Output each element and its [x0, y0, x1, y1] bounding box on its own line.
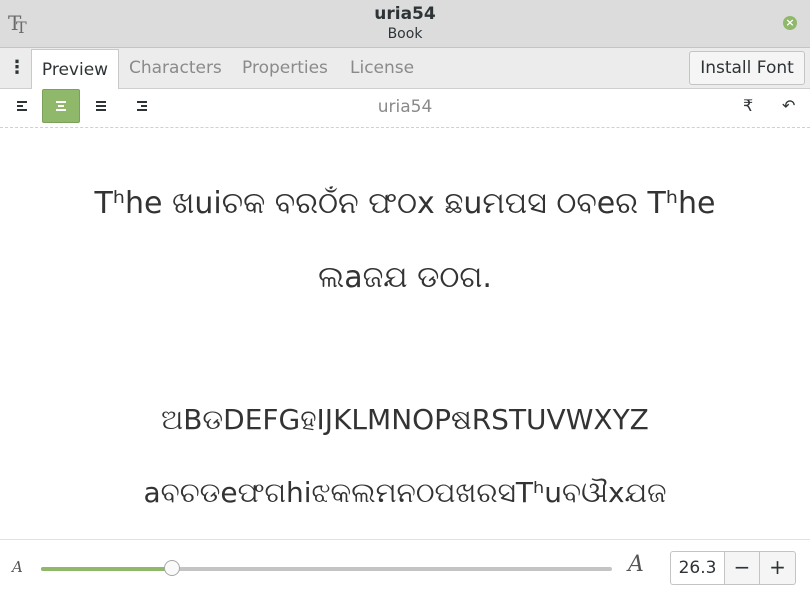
lowercase-sample: aବଚଡeଫଗhiଝକଲମନଠପଖରସTʰuବଔxଯଜ: [143, 476, 667, 509]
increase-size-button[interactable]: +: [760, 551, 796, 585]
tab-bar: ⋮ Preview Characters Properties License …: [0, 48, 810, 89]
tab-preview[interactable]: Preview: [31, 49, 119, 89]
undo-icon[interactable]: ↶: [782, 96, 795, 116]
font-size-large-icon: A: [628, 552, 644, 577]
font-size-small-icon: A: [12, 558, 23, 576]
menu-icon[interactable]: ⋮: [8, 58, 26, 78]
slider-handle[interactable]: [164, 560, 181, 576]
font-size-input[interactable]: 26.3: [670, 551, 724, 585]
tab-license[interactable]: License: [350, 48, 414, 88]
tab-characters[interactable]: Characters: [129, 48, 222, 88]
close-icon[interactable]: ×: [783, 16, 797, 30]
install-font-button[interactable]: Install Font: [689, 51, 805, 85]
sample-line-1: Tʰhe ଖuiଚକ ବରଠଁନ ଫଠx ଛuମପସ ଠବeର Tʰhe: [94, 186, 716, 221]
tab-properties[interactable]: Properties: [242, 48, 328, 88]
preview-toolbar: uria54 ₹ ↶: [0, 89, 810, 128]
font-size-slider[interactable]: [41, 560, 612, 576]
decrease-size-button[interactable]: −: [724, 551, 760, 585]
preview-font-name: uria54: [377, 97, 433, 117]
window-subtitle: Book: [387, 26, 423, 42]
sample-line-2: ଲaଜଯ ଡଠଗ.: [318, 260, 492, 295]
text-direction-icon[interactable]: ₹: [743, 96, 753, 116]
header-bar: TT uria54 Book ×: [0, 0, 810, 48]
slider-fill: [41, 567, 173, 571]
size-bar: A A 26.3 − +: [0, 539, 810, 592]
window-title: uria54: [374, 4, 436, 24]
preview-area: Tʰhe ଖuiଚକ ବରଠଁନ ଫଠx ଛuମପସ ଠବeର Tʰhe ଲaଜ…: [0, 128, 810, 538]
uppercase-sample: ଅBଡDEFGହIJKLMNOPଷRSTUVWXYZ: [161, 403, 649, 436]
